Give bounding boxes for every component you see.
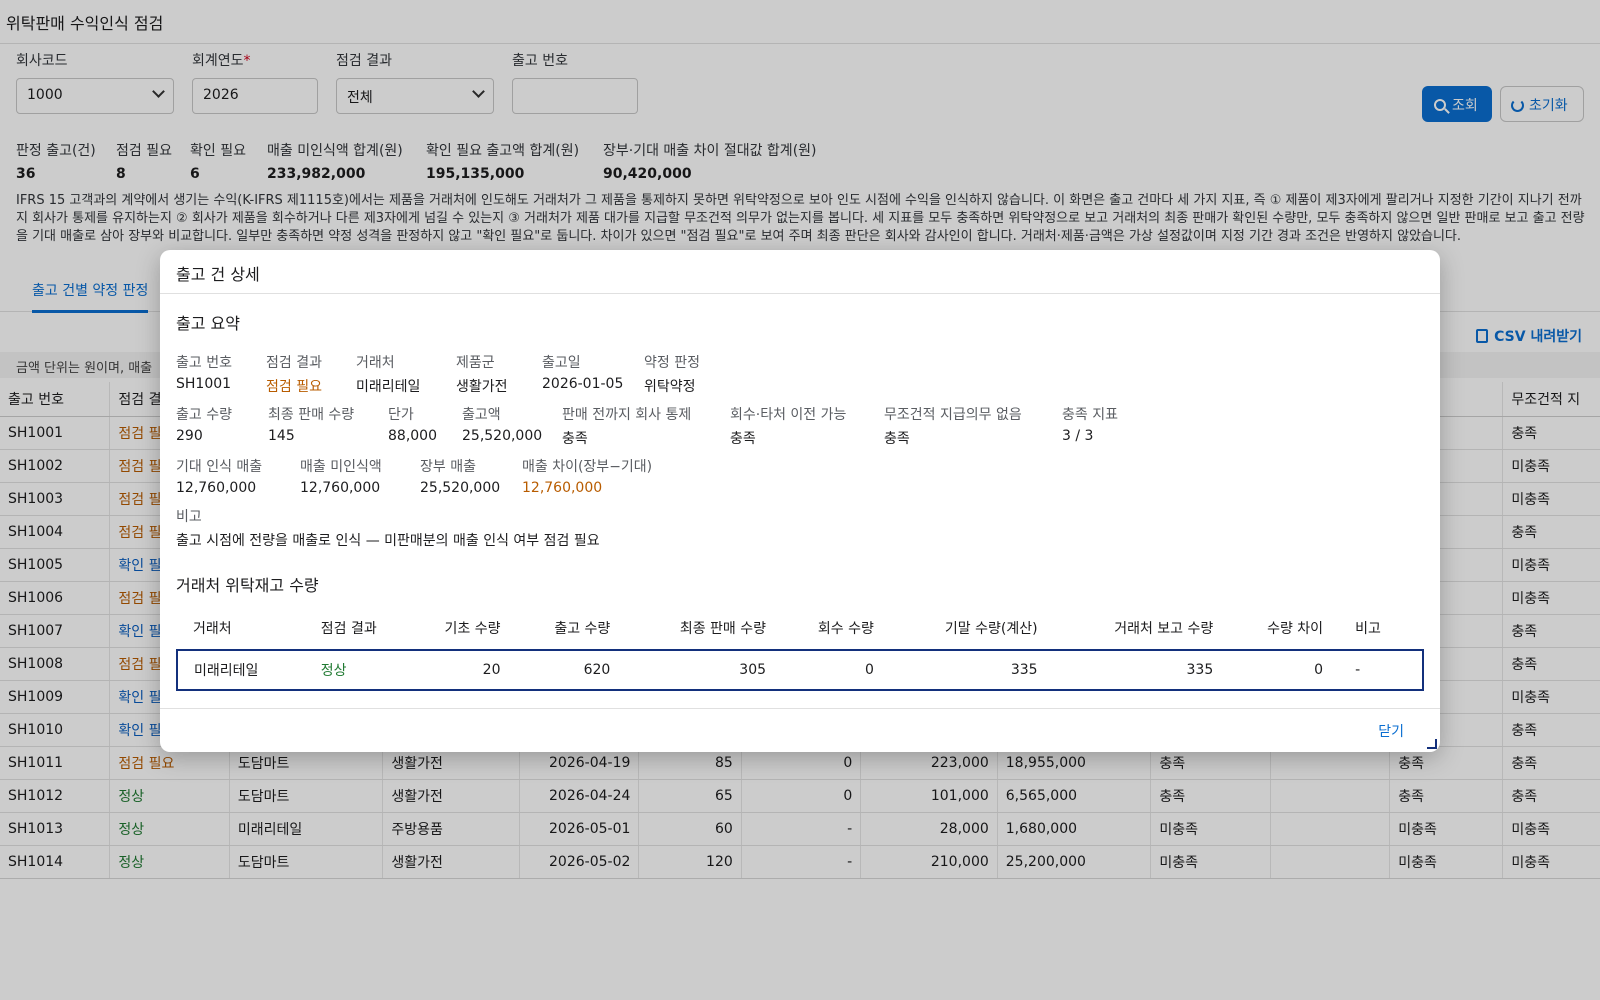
field-amount: 출고액 25,520,000 bbox=[462, 404, 542, 444]
field-value: 충족 bbox=[884, 431, 910, 447]
field-indicators: 충족 지표 3 / 3 bbox=[1062, 404, 1118, 444]
field-label: 무조건적 지급의무 없음 bbox=[884, 407, 1022, 423]
summary-section-title: 출고 요약 bbox=[176, 314, 240, 333]
field-value: 점검 필요 bbox=[266, 379, 322, 395]
field-value: SH1001 bbox=[176, 376, 232, 392]
field-value: 3 / 3 bbox=[1062, 428, 1094, 444]
inventory-cell: 335 bbox=[1053, 649, 1230, 691]
inventory-cell: 20 bbox=[416, 649, 517, 691]
resize-handle-icon[interactable] bbox=[1427, 739, 1437, 749]
inventory-header-row: 거래처 점검 결과 기초 수량 출고 수량 최종 판매 수량 회수 수량 기말 수량(계산)… bbox=[177, 606, 1423, 650]
field-book-revenue: 장부 매출 25,520,000 bbox=[420, 456, 500, 496]
field-value: 290 bbox=[176, 428, 203, 444]
field-customer: 거래처미래리테일 bbox=[356, 352, 420, 396]
inventory-cell: 정상 bbox=[304, 649, 417, 691]
inventory-cell: 0 bbox=[782, 649, 890, 691]
inventory-cell: 0 bbox=[1229, 649, 1340, 691]
field-value: 12,760,000 bbox=[522, 480, 603, 496]
field-value: 출고 시점에 전량을 매출로 인식 — 미판매분의 매출 인식 여부 점검 필요 bbox=[176, 533, 600, 549]
inventory-column-header: 기초 수량 bbox=[444, 620, 501, 637]
inventory-cell: 335 bbox=[889, 649, 1054, 691]
field-label: 매출 미인식액 bbox=[300, 459, 382, 475]
field-return: 회수·타처 이전 가능충족 bbox=[730, 404, 846, 448]
shipment-detail-modal: 출고 건 상세 출고 요약 출고 번호 SH1001 점검 결과 점검 필요 거래처… bbox=[160, 250, 1440, 752]
field-label: 매출 차이(장부−기대) bbox=[522, 459, 653, 475]
field-value: 2026-01-05 bbox=[542, 376, 624, 392]
inventory-row[interactable]: 미래리테일 정상 20 620 305 0 335 335 0- bbox=[176, 649, 1424, 691]
inventory-section-title: 거래처 위탁재고 수량 bbox=[176, 576, 319, 595]
field-label: 거래처 bbox=[356, 355, 395, 371]
detail-row-2: 출고 수량 290 최종 판매 수량 145 단가 88,000 출고액 25,520,… bbox=[176, 404, 1424, 456]
field-value: 12,760,000 bbox=[176, 480, 257, 496]
detail-row-3: 기대 인식 매출 12,760,000 매출 미인식액 12,760,000 장부 … bbox=[176, 456, 1424, 508]
field-label: 기대 인식 매출 bbox=[176, 459, 263, 475]
field-label: 출고 번호 bbox=[176, 355, 232, 371]
field-date: 출고일 2026-01-05 bbox=[542, 352, 623, 392]
field-label: 충족 지표 bbox=[1062, 407, 1118, 423]
close-button[interactable]: 닫기 bbox=[1378, 721, 1404, 741]
inventory-column-header: 수량 차이 bbox=[1267, 620, 1324, 637]
field-value: 12,760,000 bbox=[300, 480, 381, 496]
field-qty: 출고 수량 290 bbox=[176, 404, 232, 444]
field-label: 장부 매출 bbox=[420, 459, 476, 475]
field-value: 25,520,000 bbox=[420, 480, 501, 496]
inventory-column-header: 거래처 bbox=[193, 620, 232, 637]
consignment-inventory-table: 거래처 점검 결과 기초 수량 출고 수량 최종 판매 수량 회수 수량 기말 수량(계산)… bbox=[176, 606, 1424, 691]
field-value: 25,520,000 bbox=[462, 428, 543, 444]
field-value: 위탁약정 bbox=[644, 379, 696, 395]
field-label: 약정 판정 bbox=[644, 355, 700, 371]
field-value: 88,000 bbox=[388, 428, 437, 444]
field-label: 출고일 bbox=[542, 355, 581, 371]
inventory-column-header: 최종 판매 수량 bbox=[679, 620, 767, 637]
field-value: 충족 bbox=[730, 431, 756, 447]
detail-note: 비고출고 시점에 전량을 매출로 인식 — 미판매분의 매출 인식 여부 점검 … bbox=[176, 508, 1424, 558]
inventory-column-header: 점검 결과 bbox=[320, 620, 377, 637]
field-label: 비고 bbox=[176, 509, 202, 525]
inventory-column-header: 거래처 보고 수량 bbox=[1114, 620, 1214, 637]
modal-title: 출고 건 상세 bbox=[160, 250, 1440, 294]
field-label: 출고 수량 bbox=[176, 407, 232, 423]
field-label: 제품군 bbox=[456, 355, 495, 371]
inventory-column-header: 회수 수량 bbox=[817, 620, 874, 637]
field-value: 충족 bbox=[562, 431, 588, 447]
field-value: 미래리테일 bbox=[356, 379, 421, 395]
field-label: 단가 bbox=[388, 407, 414, 423]
field-product: 제품군생활가전 bbox=[456, 352, 508, 396]
field-label: 회수·타처 이전 가능 bbox=[730, 407, 847, 423]
field-revenue-difference: 매출 차이(장부−기대) 12,760,000 bbox=[522, 456, 652, 496]
field-label: 출고액 bbox=[462, 407, 501, 423]
inventory-cell: 미래리테일 bbox=[176, 649, 305, 691]
inventory-cell: 305 bbox=[626, 649, 783, 691]
inventory-cell: 620 bbox=[516, 649, 627, 691]
modal-footer: 닫기 bbox=[160, 708, 1440, 752]
inventory-cell: - bbox=[1339, 649, 1424, 691]
field-unit-price: 단가 88,000 bbox=[388, 404, 437, 444]
field-value: 생활가전 bbox=[456, 379, 508, 395]
field-unrecognized: 매출 미인식액 12,760,000 bbox=[300, 456, 382, 496]
field-label: 판매 전까지 회사 통제 bbox=[562, 407, 692, 423]
field-label: 최종 판매 수량 bbox=[268, 407, 355, 423]
field-control: 판매 전까지 회사 통제충족 bbox=[562, 404, 691, 448]
field-note: 비고출고 시점에 전량을 매출로 인식 — 미판매분의 매출 인식 여부 점검 … bbox=[176, 506, 600, 550]
inventory-column-header: 기말 수량(계산) bbox=[944, 620, 1038, 637]
inventory-column-header: 비고 bbox=[1355, 620, 1381, 637]
field-no-obligation: 무조건적 지급의무 없음충족 bbox=[884, 404, 1022, 448]
field-arrangement: 약정 판정위탁약정 bbox=[644, 352, 700, 396]
field-label: 점검 결과 bbox=[266, 355, 322, 371]
field-final-sales-qty: 최종 판매 수량 145 bbox=[268, 404, 354, 444]
detail-row-1: 출고 번호 SH1001 점검 결과 점검 필요 거래처 미래리테일 제품군 생활가전 … bbox=[176, 352, 1424, 404]
field-result: 점검 결과점검 필요 bbox=[266, 352, 322, 396]
field-shipment-no: 출고 번호 SH1001 bbox=[176, 352, 232, 392]
field-expected-revenue: 기대 인식 매출 12,760,000 bbox=[176, 456, 262, 496]
inventory-column-header: 출고 수량 bbox=[554, 620, 611, 637]
field-value: 145 bbox=[268, 428, 295, 444]
